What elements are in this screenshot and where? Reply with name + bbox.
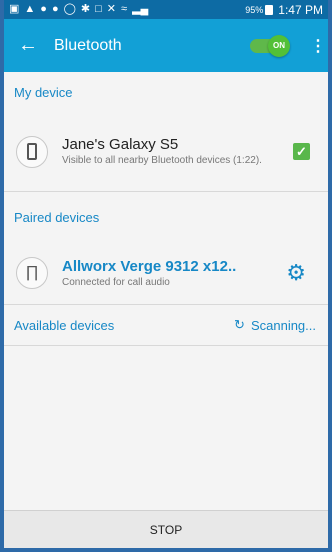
phone-screen: ▣ ▲ ● ● ◯ ✱ □ ✕ ≈ ▂▄ 95% 1:47 PM ← Bluet… (4, 0, 328, 548)
phone-icon (16, 135, 48, 168)
gear-icon[interactable]: ⚙ (286, 260, 306, 286)
scanning-label: Scanning... (250, 317, 316, 333)
nfc-icon: □ (95, 3, 102, 15)
divider (4, 345, 328, 346)
bluetooth-status-icon: ✱ (80, 3, 91, 15)
notification-icon: ● (51, 3, 59, 15)
spinner-icon: ↻ (234, 317, 245, 332)
app-bar: ← Bluetooth ON ⋮ (4, 19, 328, 72)
headset-icon: ∏ (16, 257, 48, 289)
paired-device-status: Connected for call audio (62, 276, 170, 288)
visibility-checkbox[interactable]: ✓ (293, 143, 310, 160)
back-arrow-icon[interactable]: ← (18, 34, 46, 57)
paired-device-name: Allworx Verge 9312 x12.. (62, 257, 237, 275)
toggle-knob: ON (268, 34, 290, 57)
stop-button[interactable]: STOP (4, 510, 328, 548)
paired-device-row[interactable]: ∏ Allworx Verge 9312 x12.. Connected for… (4, 242, 328, 305)
available-devices-bar: Available devices ↻ Scanning... (4, 305, 328, 345)
signal-icon: ▂▄ (132, 3, 149, 15)
battery-indicator: 95% (245, 4, 274, 15)
scanning-indicator: ↻ Scanning... (234, 317, 316, 333)
bluetooth-toggle[interactable]: ON (250, 34, 290, 57)
page-title: Bluetooth (54, 36, 122, 54)
more-options-icon[interactable]: ⋮ (310, 36, 326, 56)
device-name: Jane's Galaxy S5 (62, 136, 179, 153)
my-device-row[interactable]: Jane's Galaxy S5 Visible to all nearby B… (4, 112, 328, 192)
notification-icon: ▲ (24, 3, 36, 15)
mute-icon: ✕ (106, 3, 117, 15)
status-bar: ▣ ▲ ● ● ◯ ✱ □ ✕ ≈ ▂▄ 95% 1:47 PM (4, 0, 328, 19)
clock: 1:47 PM (278, 2, 323, 17)
notification-icon: ▣ (9, 3, 20, 15)
my-device-header: My device (14, 84, 73, 100)
battery-icon (265, 4, 274, 15)
wifi-icon: ≈ (121, 3, 128, 15)
shield-icon: ◯ (63, 3, 76, 15)
battery-percent: 95% (245, 4, 264, 15)
visibility-text: Visible to all nearby Bluetooth devices … (62, 155, 262, 166)
available-devices-header: Available devices (14, 317, 115, 333)
paired-devices-header: Paired devices (14, 209, 100, 225)
notification-icon: ● (40, 3, 47, 15)
